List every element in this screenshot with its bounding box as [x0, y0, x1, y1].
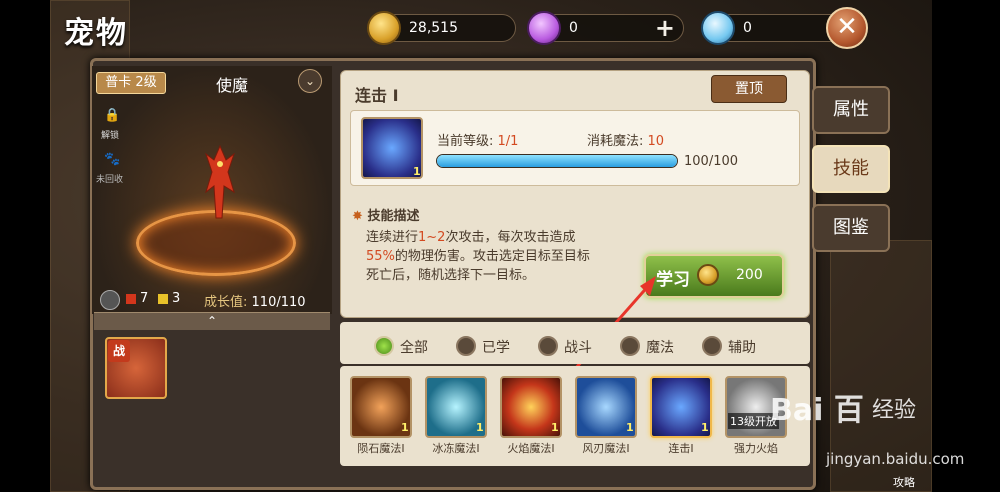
- purple-gem-resource: 0 +: [527, 11, 684, 45]
- yellow-count: 3: [172, 291, 181, 306]
- level-value: 1/1: [497, 134, 519, 149]
- filter-learned-label[interactable]: 已学: [482, 337, 510, 357]
- gold-coin-icon: [697, 264, 719, 286]
- add-purple-gem-button[interactable]: +: [655, 14, 675, 42]
- desc-highlight-2: 55%: [366, 249, 395, 264]
- tab-attributes[interactable]: 属性: [812, 86, 890, 134]
- battle-tag: 战: [108, 340, 130, 362]
- desc-part-2: 次攻击，每次攻击造成: [445, 230, 576, 245]
- purple-gem-icon: [527, 11, 561, 45]
- filter-all-label[interactable]: 全部: [400, 337, 428, 357]
- close-button[interactable]: ✕: [826, 7, 868, 49]
- purple-gem-value: 0: [569, 20, 578, 36]
- skill-name: 风刃魔法Ⅰ: [582, 442, 630, 455]
- skill-mana: 消耗魔法: 10: [587, 130, 664, 149]
- diamond-value: 0: [743, 20, 752, 36]
- skill-level-badge: 1: [413, 165, 421, 178]
- baidu-watermark-logo: Bai 百: [770, 393, 864, 428]
- skill-badge: 1: [701, 421, 709, 434]
- red-count: 7: [140, 291, 149, 306]
- star-icon: ✸: [352, 209, 363, 224]
- gold-coin-icon: [367, 11, 401, 45]
- desc-title-label: 技能描述: [367, 209, 420, 224]
- paw-icon[interactable]: 🐾: [104, 152, 120, 167]
- desc-part-1: 连续进行: [366, 230, 419, 245]
- pin-to-top-button[interactable]: 置顶: [711, 75, 787, 103]
- growth-label: 成长值:: [204, 295, 248, 310]
- skill-desc-title: ✸ 技能描述: [352, 205, 419, 224]
- filter-support-label[interactable]: 辅助: [728, 337, 756, 357]
- skill-badge: 1: [401, 421, 409, 434]
- filter-all-radio[interactable]: [374, 336, 394, 356]
- skill-title: 连击 Ⅰ: [355, 86, 399, 105]
- filter-magic-label[interactable]: 魔法: [646, 337, 674, 357]
- level-label: 当前等级:: [437, 134, 494, 149]
- skill-badge: 1: [476, 421, 484, 434]
- lock-icon[interactable]: 🔒: [104, 108, 120, 123]
- skill-name: 冰冻魔法Ⅰ: [432, 442, 480, 455]
- chevron-down-icon[interactable]: ⌄: [298, 69, 322, 93]
- guide-label[interactable]: 攻略: [893, 474, 915, 490]
- filter-combat-label[interactable]: 战斗: [564, 337, 592, 357]
- element-icon: [100, 290, 120, 310]
- hatch-label: 未回收: [96, 175, 124, 185]
- gold-resource: 28,515: [367, 11, 516, 45]
- pet-name: 使魔: [216, 76, 249, 95]
- rank-tag: 普卡 2级: [96, 72, 166, 94]
- red-square-icon: [126, 294, 136, 304]
- gold-value: 28,515: [409, 20, 458, 36]
- skill-name: 连击Ⅰ: [668, 442, 694, 455]
- skill-name: 陨石魔法Ⅰ: [357, 442, 405, 455]
- desc-highlight-1: 1~2: [418, 230, 446, 245]
- pet-creature-image: [205, 144, 235, 219]
- exp-progress-bar: [436, 154, 678, 168]
- filter-magic-radio[interactable]: [620, 336, 640, 356]
- skill-level: 当前等级: 1/1: [437, 130, 518, 149]
- filter-support-radio[interactable]: [702, 336, 722, 356]
- page-title: 宠物: [64, 16, 128, 51]
- tab-handbook[interactable]: 图鉴: [812, 204, 890, 252]
- tab-skills[interactable]: 技能: [812, 145, 890, 193]
- growth-value: 110/110: [251, 295, 306, 310]
- blue-diamond-icon: [701, 11, 735, 45]
- skill-name: 火焰魔法Ⅰ: [507, 442, 555, 455]
- exp-progress-fill: [437, 155, 677, 167]
- filter-learned-radio[interactable]: [456, 336, 476, 356]
- baidu-watermark-url: jingyan.baidu.com: [826, 450, 965, 468]
- learn-cost: 200: [736, 267, 763, 283]
- mana-value: 10: [647, 134, 665, 149]
- skill-badge: 1: [551, 421, 559, 434]
- filter-combat-radio[interactable]: [538, 336, 558, 356]
- expand-caret-button[interactable]: ⌃: [94, 312, 330, 330]
- mana-label: 消耗魔法:: [587, 134, 644, 149]
- skill-badge: 1: [626, 421, 634, 434]
- yellow-square-icon: [158, 294, 168, 304]
- growth-stat: 成长值: 110/110: [204, 291, 306, 310]
- pet-stats-bar: 7 3 成长值: 110/110: [92, 286, 332, 310]
- baidu-watermark-jingyan: 经验: [872, 398, 917, 423]
- lock-label: 解锁: [101, 131, 120, 141]
- skill-name: 强力火焰: [734, 442, 778, 455]
- exp-value: 100/100: [684, 154, 739, 169]
